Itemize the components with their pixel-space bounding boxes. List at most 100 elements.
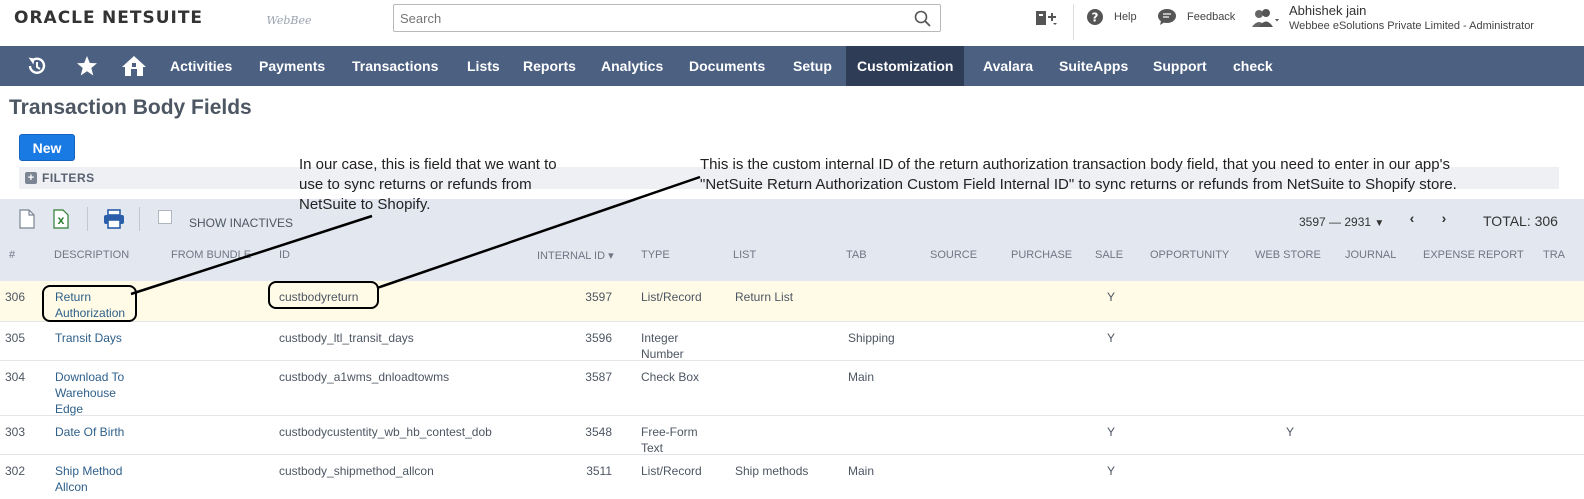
row-description-link[interactable]: Transit Days [55, 330, 122, 346]
nav-check[interactable]: check [1233, 46, 1273, 86]
nav-lists[interactable]: Lists [467, 46, 500, 86]
feedback-link[interactable]: Feedback [1187, 11, 1235, 23]
nav-payments[interactable]: Payments [259, 46, 325, 86]
total-count: TOTAL: 306 [1483, 213, 1558, 229]
nav-analytics[interactable]: Analytics [601, 46, 663, 86]
col-number[interactable]: # [9, 249, 15, 261]
col-internal-id[interactable]: INTERNAL ID ▾ [537, 249, 614, 262]
col-tab[interactable]: TAB [846, 249, 867, 261]
row-list: Ship methods [735, 464, 809, 478]
row-sale: Y [1107, 464, 1116, 478]
row-number: 302 [5, 464, 26, 478]
table-row: 304 Download To Warehouse Edge custbody_… [0, 361, 1584, 416]
row-description-link[interactable]: Date Of Birth [55, 424, 124, 440]
row-type: List/Record [641, 464, 702, 478]
table-row: 302 Ship Method Allcon custbody_shipmeth… [0, 455, 1584, 499]
list-toolbar: X SHOW INACTIVES 3597 — 2931 ▼ ‹ › TOTAL… [0, 199, 1584, 239]
global-search [393, 4, 941, 32]
nav-reports[interactable]: Reports [523, 46, 576, 86]
col-from-bundle[interactable]: FROM BUNDLE [171, 249, 251, 261]
col-journal[interactable]: JOURNAL [1345, 249, 1396, 261]
row-list: Return List [735, 290, 794, 304]
create-new-icon[interactable] [1034, 8, 1060, 31]
annotation-box-id [268, 281, 379, 309]
col-id[interactable]: ID [279, 249, 290, 261]
nav-activities[interactable]: Activities [170, 46, 232, 86]
home-icon[interactable] [121, 54, 147, 81]
row-tab: Main [848, 464, 875, 478]
chevron-down-icon[interactable]: ▼ [1374, 218, 1384, 229]
col-list[interactable]: LIST [733, 249, 756, 261]
annotation-right-note: This is the custom internal ID of the re… [700, 156, 1457, 193]
row-type: Integer Number [641, 331, 684, 361]
table-header: # DESCRIPTION FROM BUNDLE ID INTERNAL ID… [0, 239, 1584, 281]
row-id: custbodycustentity_wb_hb_contest_dob [279, 425, 492, 439]
star-icon[interactable] [76, 55, 98, 80]
nav-transactions[interactable]: Transactions [352, 46, 438, 86]
nav-avalara[interactable]: Avalara [983, 46, 1033, 86]
row-type: Free-Form Text [641, 425, 698, 455]
col-opportunity[interactable]: OPPORTUNITY [1150, 249, 1229, 261]
help-icon[interactable]: ? [1086, 8, 1104, 29]
oracle-netsuite-logo[interactable]: ORACLE NETSUITE [14, 8, 203, 28]
row-internal-id: 3511 [586, 464, 612, 478]
nav-support[interactable]: Support [1153, 46, 1207, 86]
row-tab: Main [848, 370, 875, 384]
col-expense-report[interactable]: EXPENSE REPORT [1423, 249, 1524, 261]
col-web-store[interactable]: WEB STORE [1255, 249, 1321, 261]
row-internal-id: 3596 [585, 331, 612, 345]
row-tab: Shipping [848, 331, 895, 345]
col-source[interactable]: SOURCE [930, 249, 977, 261]
export-excel-icon[interactable]: X [52, 209, 70, 232]
search-input[interactable] [394, 5, 894, 31]
row-id: custbody_ltl_transit_days [279, 331, 414, 345]
row-internal-id: 3597 [585, 290, 612, 304]
feedback-icon[interactable] [1157, 8, 1177, 29]
user-name[interactable]: Abhishek jain [1289, 3, 1366, 18]
row-sale: Y [1107, 331, 1116, 345]
col-type[interactable]: TYPE [641, 249, 670, 261]
row-number: 304 [5, 370, 26, 384]
annotation-box-description [42, 285, 137, 322]
col-tra[interactable]: TRA [1543, 249, 1565, 261]
row-internal-id: 3548 [585, 425, 612, 439]
help-link[interactable]: Help [1114, 11, 1137, 23]
table-row: 303 Date Of Birth custbodycustentity_wb_… [0, 416, 1584, 455]
nav-setup[interactable]: Setup [793, 46, 832, 86]
row-number: 305 [5, 331, 26, 345]
col-sale[interactable]: SALE [1095, 249, 1123, 261]
user-icon[interactable] [1251, 7, 1281, 32]
show-inactives-checkbox[interactable] [158, 210, 172, 224]
main-nav: Activities Payments Transactions Lists R… [0, 46, 1584, 86]
row-sale: Y [1107, 425, 1116, 439]
expand-filters-icon[interactable]: + [25, 172, 37, 184]
row-description-link[interactable]: Download To Warehouse Edge [55, 369, 124, 417]
row-sale: Y [1107, 290, 1116, 304]
recent-records-icon[interactable] [25, 55, 49, 80]
export-csv-icon[interactable] [18, 209, 36, 232]
search-icon[interactable] [914, 10, 932, 31]
nav-customization[interactable]: Customization [846, 46, 965, 86]
nav-documents[interactable]: Documents [689, 46, 765, 86]
filters-label[interactable]: FILTERS [42, 171, 95, 185]
nav-suiteapps[interactable]: SuiteApps [1059, 46, 1128, 86]
col-description[interactable]: DESCRIPTION [54, 249, 129, 261]
row-internal-id: 3587 [585, 370, 612, 384]
row-id: custbody_shipmethod_allcon [279, 464, 434, 478]
page-range-select[interactable]: 3597 — 2931 ▼ [1299, 215, 1384, 229]
table-row: 305 Transit Days custbody_ltl_transit_da… [0, 322, 1584, 361]
prev-page-icon[interactable]: ‹ [1401, 207, 1423, 229]
annotation-left-note: In our case, this is field that we want … [299, 156, 557, 213]
print-icon[interactable] [103, 209, 125, 232]
user-role[interactable]: Webbee eSolutions Private Limited - Admi… [1289, 20, 1534, 32]
row-type: List/Record [641, 290, 702, 304]
svg-text:X: X [58, 217, 65, 227]
next-page-icon[interactable]: › [1433, 207, 1455, 229]
row-number: 303 [5, 425, 26, 439]
company-logo: WebBee [266, 14, 312, 27]
col-purchase[interactable]: PURCHASE [1011, 249, 1072, 261]
top-bar: ORACLE NETSUITE WebBee ? Help Feedback A… [0, 0, 1584, 46]
new-button[interactable]: New [19, 134, 75, 161]
row-description-link[interactable]: Ship Method Allcon [55, 463, 122, 495]
show-inactives-label[interactable]: SHOW INACTIVES [189, 216, 293, 230]
